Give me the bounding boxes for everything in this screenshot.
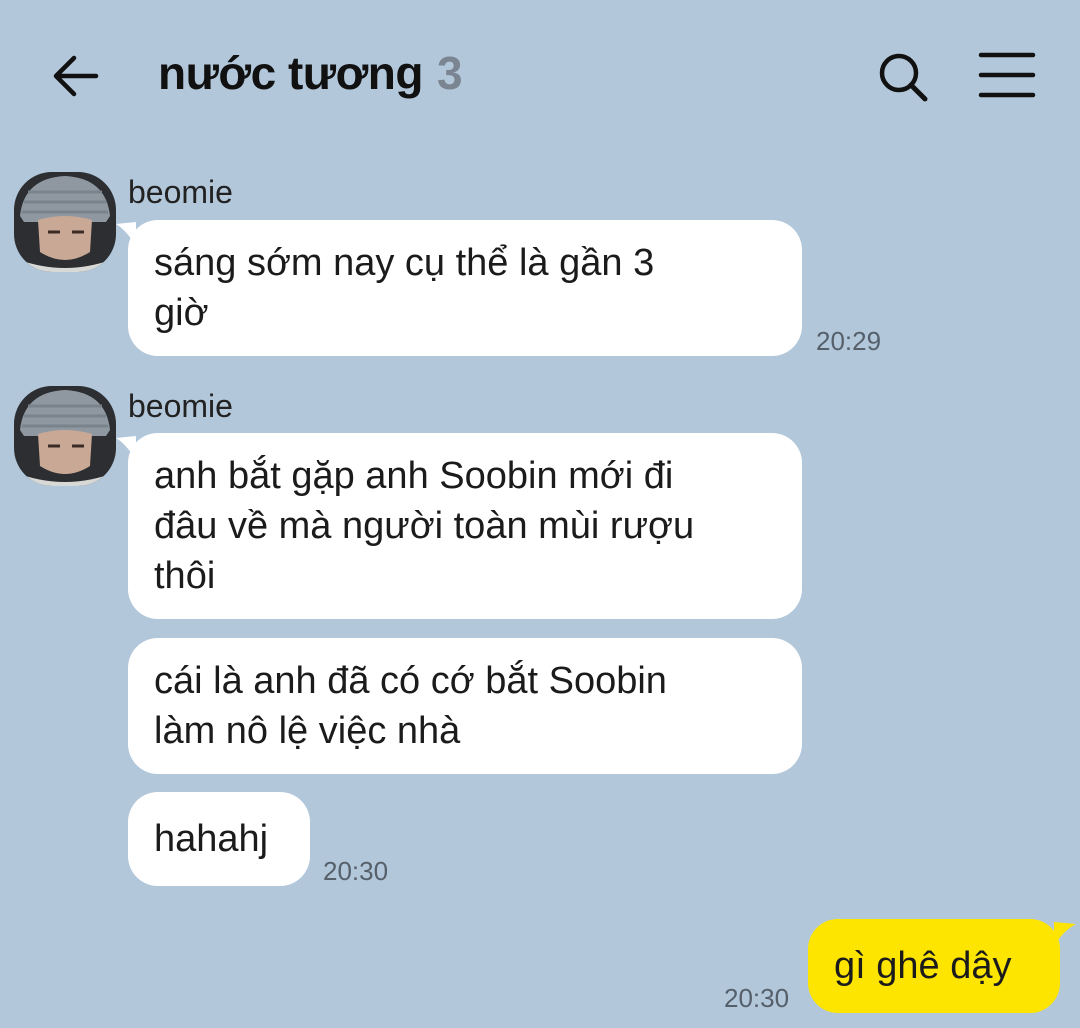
chat-title: nước tương 3 [158, 46, 463, 100]
message-text: gì ghê dậy [834, 945, 1012, 987]
message-time: 20:30 [724, 983, 790, 1013]
arrow-left-icon [53, 55, 99, 97]
message-time: 20:29 [816, 326, 882, 356]
avatar[interactable] [14, 386, 116, 486]
message-text: đâu về mà người toàn mùi rượu [154, 505, 695, 547]
message-bubble[interactable]: hahahj [128, 792, 310, 886]
message-text: sáng sớm nay cụ thể là gần 3 [154, 242, 655, 284]
search-icon [879, 53, 928, 102]
message-time: 20:30 [323, 856, 389, 886]
profile-photo [14, 172, 116, 272]
message-bubble[interactable]: sáng sớm nay cụ thể là gần 3 giờ [128, 220, 802, 356]
message-bubble[interactable]: cái là anh đã có cớ bắt Soobin làm nô lệ… [128, 638, 802, 774]
message-text: cái là anh đã có cớ bắt Soobin [154, 660, 667, 702]
bubble-tail [1054, 922, 1076, 946]
message-text: hahahj [154, 818, 269, 860]
message-bubble[interactable]: anh bắt gặp anh Soobin mới đi đâu về mà … [128, 433, 802, 619]
sender-name: beomie [128, 388, 233, 424]
profile-photo [14, 386, 116, 486]
hamburger-menu-icon [978, 52, 1036, 98]
message-text: anh bắt gặp anh Soobin mới đi [154, 455, 674, 497]
message-text: làm nô lệ việc nhà [154, 710, 461, 752]
avatar[interactable] [14, 172, 116, 272]
chat-header: nước tương 3 [0, 0, 1080, 150]
member-count: 3 [437, 47, 463, 99]
sender-name: beomie [128, 174, 233, 210]
my-message-bubble[interactable]: gì ghê dậy [808, 919, 1060, 1013]
message-text: thôi [154, 555, 216, 597]
menu-button[interactable] [978, 50, 1036, 100]
room-name: nước tương [158, 47, 424, 99]
back-button[interactable] [48, 48, 104, 104]
message-text: giờ [154, 292, 209, 334]
search-button[interactable] [874, 48, 932, 106]
